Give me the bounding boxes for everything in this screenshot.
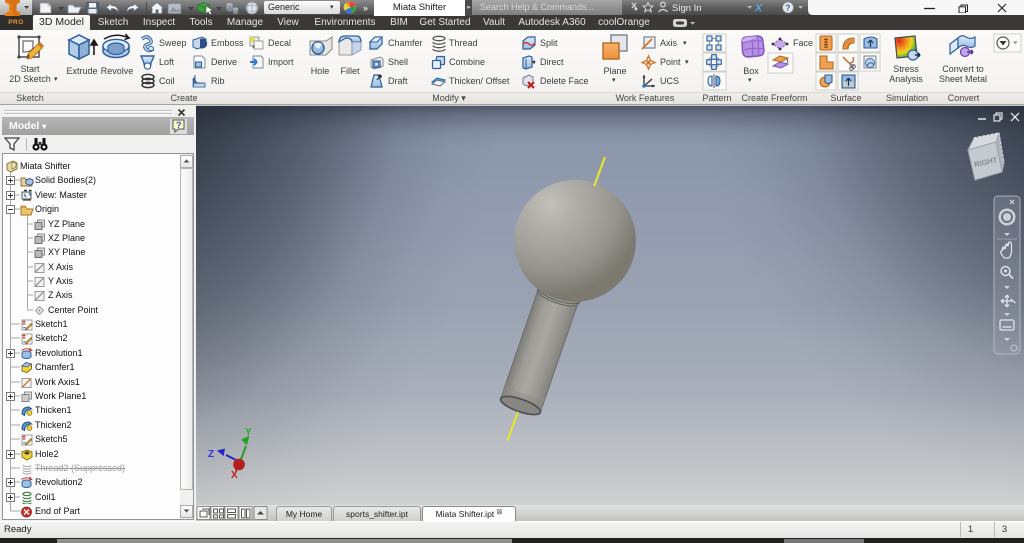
svg-text:?: ? [785, 3, 791, 13]
svg-text:»: » [363, 3, 368, 13]
svg-text:Sign In: Sign In [672, 3, 702, 14]
svg-text:X: X [231, 470, 238, 481]
svg-text:Z: Z [208, 449, 214, 460]
svg-text:Y: Y [245, 427, 252, 438]
